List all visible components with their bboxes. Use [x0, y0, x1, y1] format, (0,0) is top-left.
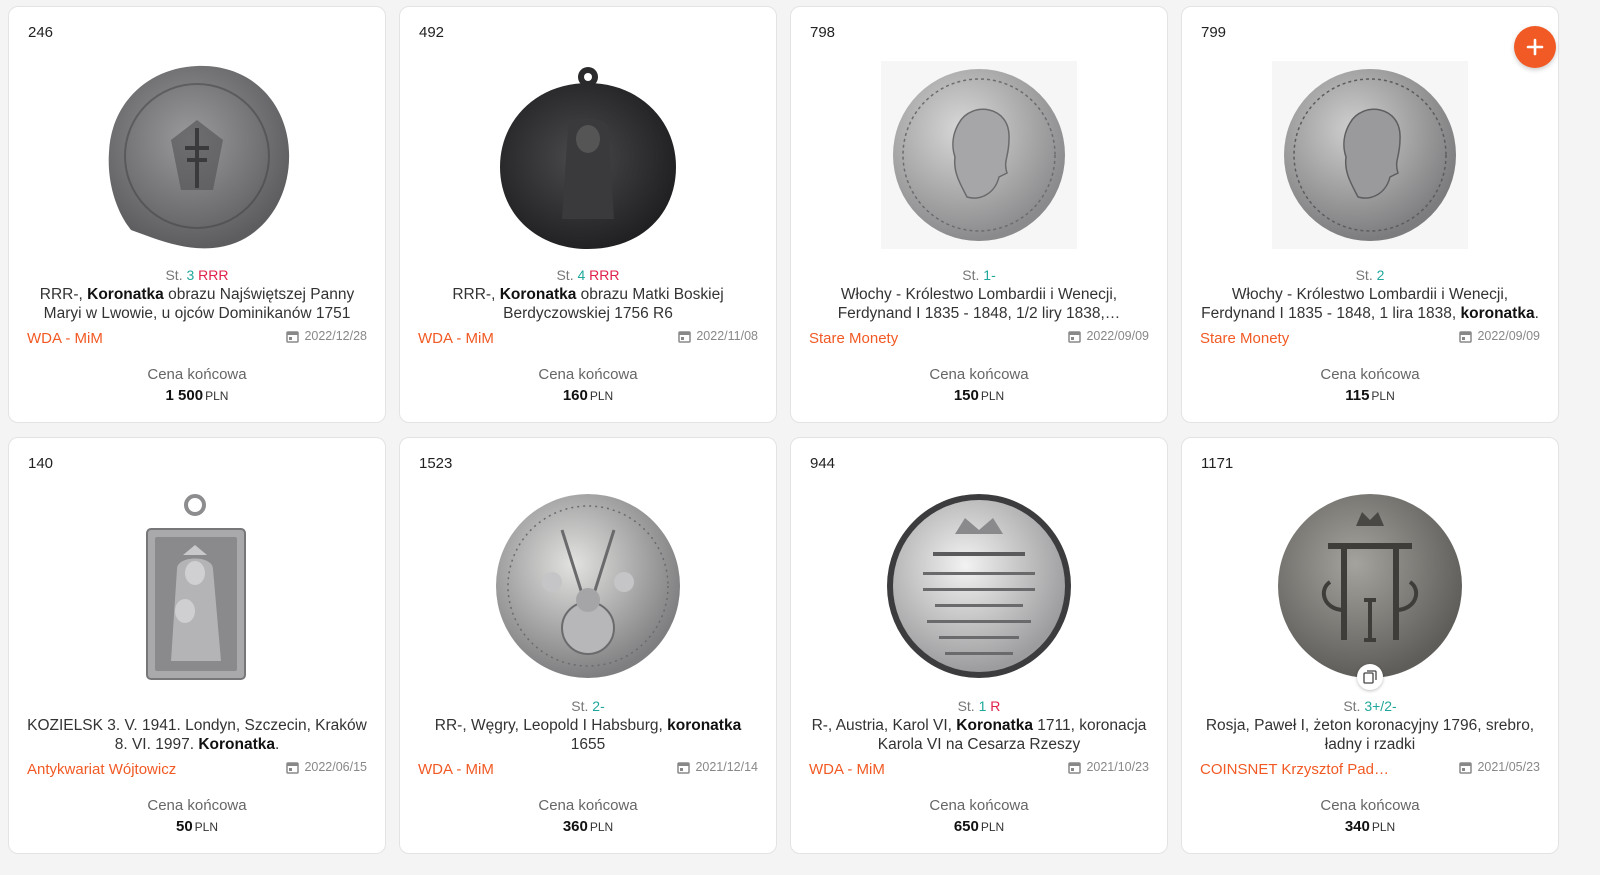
auction-date: 2021/05/23: [1459, 760, 1540, 774]
auction-card[interactable]: 1171 St. 3+/2- Rosja, Paweł I, żeton kor…: [1181, 437, 1559, 854]
price-label: Cena końcowa: [929, 366, 1029, 383]
calendar-icon: [678, 330, 692, 343]
final-price: 50 PLN: [175, 818, 219, 835]
seller-link[interactable]: COINSNET Krzysztof Padzi...: [1200, 761, 1395, 778]
auction-date: 2022/09/09: [1459, 329, 1540, 343]
final-price: 1 500 PLN: [165, 387, 229, 404]
item-image[interactable]: [1182, 490, 1558, 682]
seller-link[interactable]: Stare Monety: [1200, 330, 1289, 347]
item-title[interactable]: Włochy - Królestwo Lombardii i Wenecji, …: [1200, 285, 1540, 323]
auction-card[interactable]: 246 St. 3 RRR RRR-, Koronatka obrazu Naj…: [8, 6, 386, 423]
item-title[interactable]: RR-, Węgry, Leopold I Habsburg, koronatk…: [418, 716, 758, 754]
silver-portrait-coin-icon: [881, 61, 1077, 249]
auction-date: 2022/09/09: [1068, 329, 1149, 343]
auction-date: 2022/06/15: [286, 760, 367, 774]
calendar-icon: [1068, 330, 1082, 343]
seller-link[interactable]: WDA - MiM: [27, 330, 103, 347]
price-label: Cena końcowa: [538, 797, 638, 814]
final-price: 650 PLN: [953, 818, 1005, 835]
lot-number: 944: [810, 455, 836, 472]
item-image[interactable]: [9, 59, 385, 251]
final-price: 115 PLN: [1345, 387, 1395, 404]
calendar-icon: [1459, 761, 1473, 774]
auction-card[interactable]: 140 St. KOZIELSK 3. V. 1941. Londyn, Szc…: [8, 437, 386, 854]
lot-number: 1523: [419, 455, 453, 472]
final-price: 340 PLN: [1344, 818, 1396, 835]
seller-link[interactable]: WDA - MiM: [418, 330, 494, 347]
final-price: 150 PLN: [953, 387, 1005, 404]
auction-card[interactable]: 1523 St. 2- RR-, Węgry, Leopold I Habsbu…: [399, 437, 777, 854]
calendar-icon: [286, 330, 300, 343]
auction-date: 2022/12/28: [286, 329, 367, 343]
rectangular-pendant-icon: [146, 494, 246, 680]
price-label: Cena końcowa: [538, 366, 638, 383]
item-state: St. 3+/2-: [1343, 698, 1397, 714]
price-label: Cena końcowa: [1320, 366, 1420, 383]
silver-portrait-coin-icon: [1272, 61, 1468, 249]
item-image[interactable]: [400, 59, 776, 251]
price-label: Cena końcowa: [1320, 797, 1420, 814]
item-image[interactable]: [400, 490, 776, 682]
silver-text-coin-icon: [887, 494, 1071, 678]
silver-globe-coin-icon: [496, 494, 680, 678]
item-image[interactable]: [9, 490, 385, 682]
final-price: 160 PLN: [562, 387, 614, 404]
calendar-icon: [677, 761, 691, 774]
auction-card[interactable]: 799 St. 2 Włochy - Królestwo Lombardii i…: [1181, 6, 1559, 423]
seller-link[interactable]: Stare Monety: [809, 330, 898, 347]
image-stack-icon: [1363, 670, 1377, 684]
item-title[interactable]: KOZIELSK 3. V. 1941. Londyn, Szczecin, K…: [27, 716, 367, 754]
pi-monogram-coin-icon: [1278, 494, 1462, 678]
auction-date: 2021/12/14: [677, 760, 758, 774]
auction-card[interactable]: 492 St. 4 RRR RRR-, Koronatka obrazu Mat…: [399, 6, 777, 423]
item-image[interactable]: [791, 490, 1167, 682]
seller-link[interactable]: WDA - MiM: [809, 761, 885, 778]
lot-number: 798: [810, 24, 836, 41]
lot-number: 246: [28, 24, 54, 41]
lot-number: 799: [1201, 24, 1227, 41]
final-price: 360 PLN: [562, 818, 614, 835]
auction-card[interactable]: 944 St. 1 R R-, Austria, Karol VI, Koron…: [790, 437, 1168, 854]
auction-date: 2021/10/23: [1068, 760, 1149, 774]
lot-number: 1171: [1201, 455, 1234, 472]
item-image[interactable]: [1182, 59, 1558, 251]
item-state: St. 4 RRR: [556, 267, 620, 283]
price-label: Cena końcowa: [147, 797, 247, 814]
item-state: St. 2: [1355, 267, 1385, 283]
item-image[interactable]: [791, 59, 1167, 251]
item-state: St. 3 RRR: [165, 267, 229, 283]
calendar-icon: [1459, 330, 1473, 343]
grey-silver-coin-icon: [108, 65, 290, 249]
lot-number: 140: [28, 455, 54, 472]
lot-number: 492: [419, 24, 445, 41]
results-grid: 246 St. 3 RRR RRR-, Koronatka obrazu Naj…: [8, 6, 1559, 854]
auction-card[interactable]: 798 St. 1- Włochy - Królestwo Lombardii …: [790, 6, 1168, 423]
seller-link[interactable]: Antykwariat Wójtowicz: [27, 761, 176, 778]
item-state: St. 1 R: [957, 698, 1001, 714]
item-title[interactable]: RRR-, Koronatka obrazu Najświętszej Pann…: [27, 285, 367, 323]
item-state: St. 1-: [962, 267, 996, 283]
item-title[interactable]: R-, Austria, Karol VI, Koronatka 1711, k…: [809, 716, 1149, 754]
price-label: Cena końcowa: [929, 797, 1029, 814]
calendar-icon: [286, 761, 300, 774]
calendar-icon: [1068, 761, 1082, 774]
gallery-badge[interactable]: [1357, 664, 1383, 690]
item-title[interactable]: Rosja, Paweł I, żeton koronacyjny 1796, …: [1200, 716, 1540, 754]
auction-date: 2022/11/08: [678, 329, 758, 343]
item-state: St. 2-: [571, 698, 605, 714]
dark-medal-icon: [500, 67, 676, 249]
item-title[interactable]: RRR-, Koronatka obrazu Matki Boskiej Ber…: [418, 285, 758, 323]
add-button[interactable]: [1514, 26, 1556, 68]
seller-link[interactable]: WDA - MiM: [418, 761, 494, 778]
item-state: St.: [9, 698, 385, 714]
price-label: Cena końcowa: [147, 366, 247, 383]
plus-icon: [1526, 38, 1544, 56]
item-title[interactable]: Włochy - Królestwo Lombardii i Wenecji, …: [809, 285, 1149, 323]
